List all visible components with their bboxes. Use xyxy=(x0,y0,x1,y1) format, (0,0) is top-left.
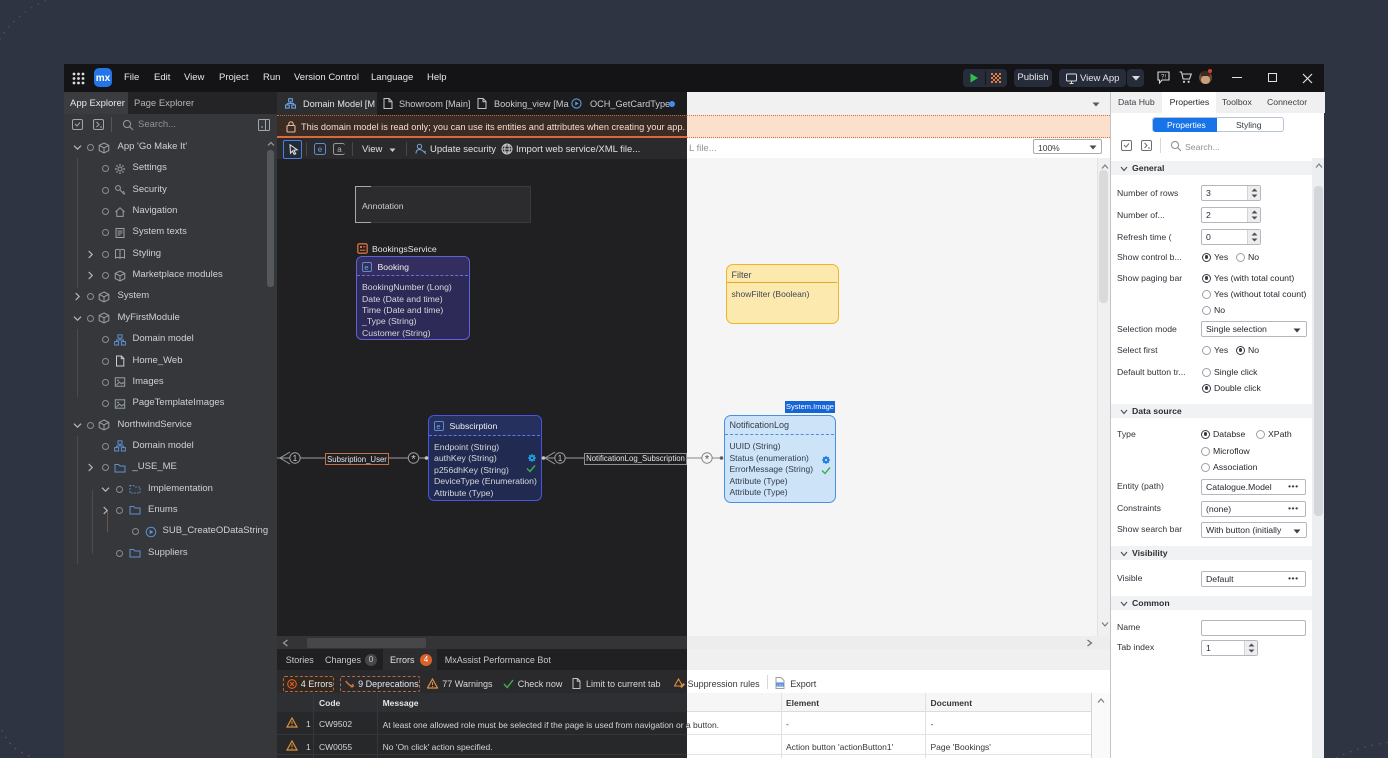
svg-text:*: * xyxy=(705,454,710,466)
svg-text:?!: ?! xyxy=(1161,75,1166,81)
svg-text:CSV: CSV xyxy=(777,683,784,687)
svg-text:*: * xyxy=(411,454,416,466)
svg-text:1: 1 xyxy=(293,454,298,463)
svg-text:1: 1 xyxy=(558,454,563,463)
